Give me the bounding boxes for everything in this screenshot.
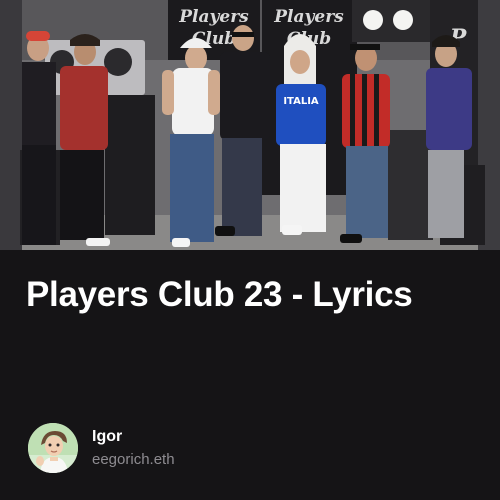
author-handle[interactable]: eegorich.eth <box>92 450 175 470</box>
shirt-text: ITALIA <box>283 96 319 107</box>
author-name[interactable]: Igor <box>92 427 175 447</box>
post-card: Players Club Players Club P <box>0 0 500 500</box>
avatar-icon[interactable] <box>28 423 78 473</box>
cover-image[interactable]: Players Club Players Club P <box>0 0 500 250</box>
person-1 <box>22 31 56 245</box>
author-info[interactable]: Igor eegorich.eth <box>28 423 175 473</box>
banner-right-line1: Players <box>273 7 344 27</box>
banner-left-line1: Players <box>178 7 249 27</box>
author-text: Igor eegorich.eth <box>92 427 175 470</box>
post-title: Players Club 23 - Lyrics <box>26 275 413 314</box>
person-4 <box>215 25 270 236</box>
cover-photo: Players Club Players Club P <box>0 0 500 250</box>
